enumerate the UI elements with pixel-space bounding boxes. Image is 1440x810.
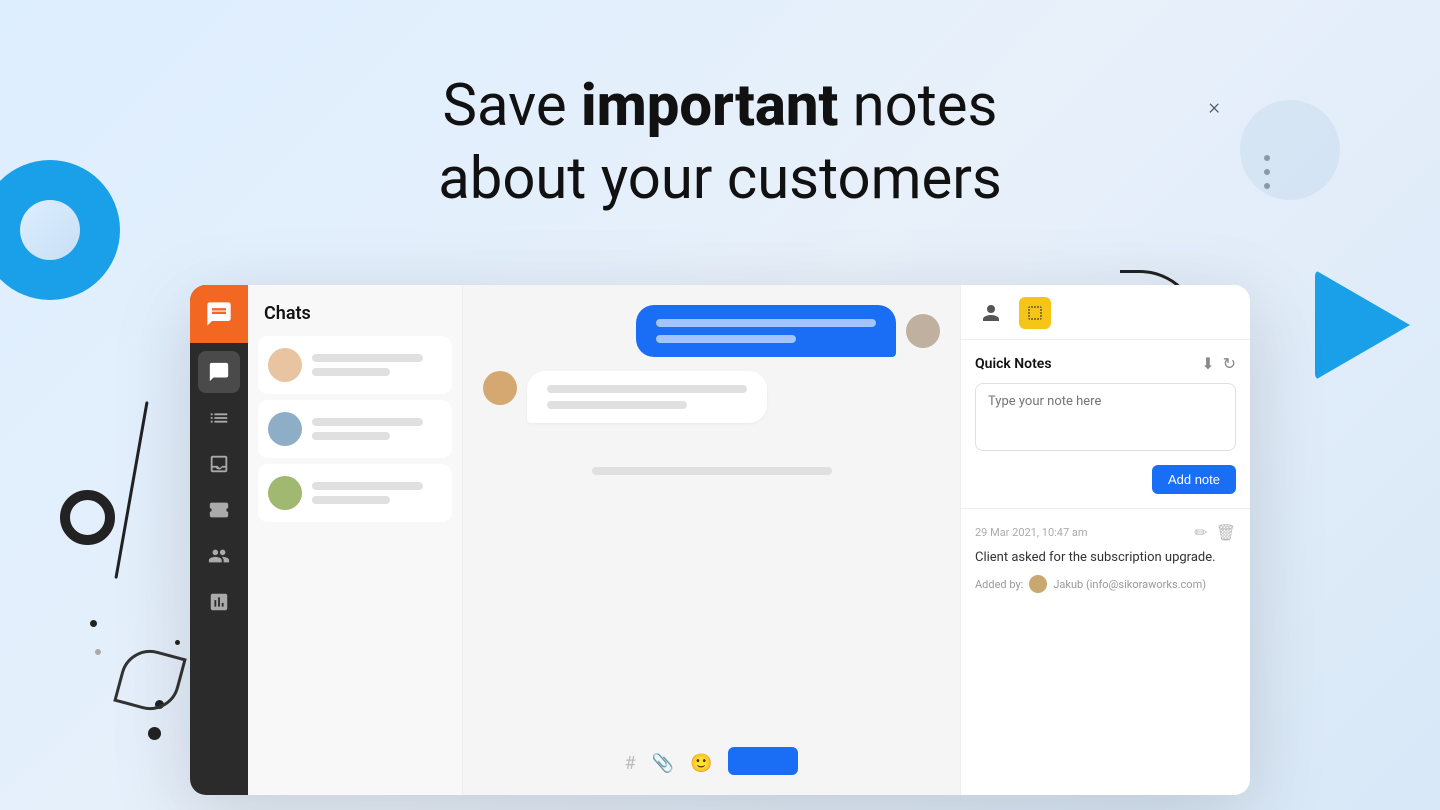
deco-dot-bottom — [148, 727, 161, 740]
saved-note: 29 Mar 2021, 10:47 am ✏ 🗑 Client asked f… — [961, 509, 1250, 607]
deco-x: × — [1208, 95, 1220, 120]
sidebar — [190, 285, 248, 795]
message-bubble-incoming — [527, 371, 767, 423]
ticket-icon — [208, 499, 230, 521]
sidebar-item-tickets[interactable] — [198, 489, 240, 531]
saved-note-author: Added by: Jakub (info@sikoraworks.com) — [975, 575, 1236, 593]
incoming-message — [483, 371, 940, 423]
chat-item-3[interactable] — [258, 464, 452, 522]
chat-avatar-3 — [268, 476, 302, 510]
attachment-icon[interactable]: 📎 — [652, 753, 674, 774]
sidebar-nav — [190, 343, 248, 623]
deco-wave — [113, 643, 186, 716]
msg-line — [547, 401, 687, 409]
bottom-line — [592, 467, 832, 475]
saved-note-text: Client asked for the subscription upgrad… — [975, 550, 1236, 565]
deco-circle-right — [1240, 100, 1340, 200]
chat-lines-1 — [312, 354, 442, 376]
msg-line — [656, 319, 876, 327]
author-name: Jakub (info@sikoraworks.com) — [1053, 578, 1206, 591]
chat-lines-2 — [312, 418, 442, 440]
chat-bottom-bar: # 📎 🙂 — [463, 739, 960, 795]
outgoing-avatar — [906, 314, 940, 348]
sidebar-item-inbox[interactable] — [198, 443, 240, 485]
chat-list-header: Chats — [248, 285, 462, 336]
sidebar-logo[interactable] — [190, 285, 248, 343]
sidebar-item-list[interactable] — [198, 397, 240, 439]
chat-icon — [205, 300, 233, 328]
author-avatar — [1029, 575, 1047, 593]
deco-dot-1 — [90, 620, 97, 627]
refresh-icon[interactable]: ↻ — [1223, 354, 1236, 373]
chat-line — [312, 418, 423, 426]
hero-line2: about your customers — [438, 145, 1002, 213]
list-icon — [208, 407, 230, 429]
notes-panel: Quick Notes ⬇ ↻ Add note 29 Mar 2021, 10… — [960, 285, 1250, 795]
added-by-label: Added by: — [975, 578, 1023, 591]
emoji-icon[interactable]: 🙂 — [690, 753, 712, 774]
saved-note-edit-btns: ✏ 🗑 — [1194, 523, 1236, 542]
quick-notes-title-row: Quick Notes ⬇ ↻ — [975, 354, 1236, 373]
download-icon[interactable]: ⬇ — [1201, 354, 1214, 373]
sidebar-item-analytics[interactable] — [198, 581, 240, 623]
chat-line — [312, 496, 390, 504]
edit-note-icon[interactable]: ✏ — [1194, 523, 1207, 542]
chats-icon — [208, 361, 230, 383]
deco-circle-hole — [20, 200, 80, 260]
notes-icon-active[interactable] — [1019, 297, 1051, 329]
analytics-icon — [208, 591, 230, 613]
hero-line1-rest: notes — [838, 72, 997, 140]
chat-messages — [463, 285, 960, 739]
deco-triangle-blue — [1315, 270, 1410, 380]
quick-notes-section: Quick Notes ⬇ ↻ Add note — [961, 340, 1250, 509]
chat-item-1[interactable] — [258, 336, 452, 394]
chat-avatar-1 — [268, 348, 302, 382]
app-window: Chats — [190, 285, 1250, 795]
sidebar-item-contacts[interactable] — [198, 535, 240, 577]
chat-list-panel: Chats — [248, 285, 463, 795]
chat-line — [312, 354, 423, 362]
msg-line — [547, 385, 747, 393]
notes-icon — [1026, 304, 1044, 322]
chat-line — [312, 432, 390, 440]
quick-notes-actions: ⬇ ↻ — [1201, 354, 1236, 373]
chat-line — [312, 368, 390, 376]
hero-line1-plain: Save — [443, 72, 581, 140]
inbox-icon — [208, 453, 230, 475]
saved-note-meta: 29 Mar 2021, 10:47 am ✏ 🗑 — [975, 523, 1236, 542]
note-input[interactable] — [975, 383, 1236, 451]
chat-list — [248, 336, 462, 522]
profile-icon-btn[interactable] — [975, 297, 1007, 329]
add-note-button[interactable]: Add note — [1152, 465, 1236, 494]
chat-main: # 📎 🙂 — [463, 285, 960, 795]
bottom-message-stub — [483, 467, 940, 475]
deco-ring-left — [60, 490, 115, 545]
hashtag-icon[interactable]: # — [625, 753, 636, 774]
msg-line — [656, 335, 796, 343]
outgoing-message — [483, 305, 940, 357]
quick-notes-title: Quick Notes — [975, 356, 1052, 372]
chat-item-2[interactable] — [258, 400, 452, 458]
hero-section: Save important notes about your customer… — [438, 70, 1002, 215]
profile-icon — [981, 303, 1001, 323]
deco-dot-sm-bottom — [95, 649, 101, 655]
notes-panel-header — [961, 285, 1250, 340]
deco-line-left — [114, 401, 148, 579]
chat-lines-3 — [312, 482, 442, 504]
chat-line — [312, 482, 423, 490]
contacts-icon — [208, 545, 230, 567]
deco-dot-3 — [175, 640, 180, 645]
delete-note-icon[interactable]: 🗑 — [1216, 523, 1236, 542]
saved-note-date: 29 Mar 2021, 10:47 am — [975, 526, 1088, 539]
sidebar-item-chats[interactable] — [198, 351, 240, 393]
message-bubble-outgoing — [636, 305, 896, 357]
hero-line1-bold: important — [581, 72, 838, 140]
incoming-avatar — [483, 371, 517, 405]
send-button[interactable] — [728, 747, 798, 775]
chat-avatar-2 — [268, 412, 302, 446]
